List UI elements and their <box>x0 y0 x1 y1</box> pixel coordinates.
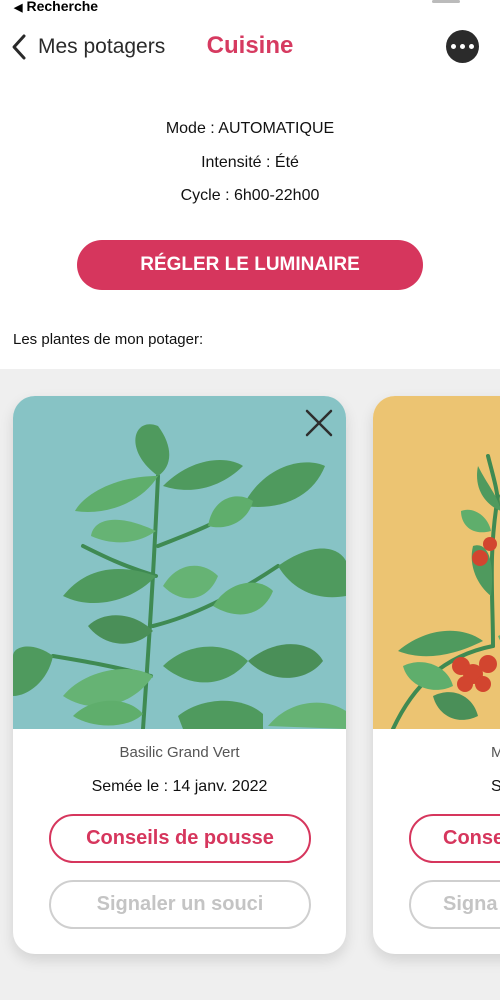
growing-advice-button[interactable]: Conse <box>409 814 500 863</box>
plants-heading: Les plantes de mon potager: <box>13 331 204 348</box>
plant-card: M Semée Conse Signa <box>373 396 500 954</box>
sowing-date: Semée le : 14 janv. 2022 <box>91 778 268 795</box>
status-bar: ◀ Recherche <box>0 0 500 16</box>
report-issue-button[interactable]: Signaler un souci <box>49 880 311 929</box>
plant-name: M <box>491 744 500 761</box>
plant-image <box>13 396 346 729</box>
status-back-link[interactable]: ◀ Recherche <box>14 0 98 14</box>
intensity-text: Intensité : Été <box>201 154 299 171</box>
tomato-illustration <box>373 396 500 729</box>
sowing-date: Semée <box>491 778 500 795</box>
adjust-luminaire-button[interactable]: RÉGLER LE LUMINAIRE <box>77 240 423 290</box>
mode-text: Mode : AUTOMATIQUE <box>165 120 335 137</box>
status-back-label: Recherche <box>26 0 99 14</box>
basil-illustration <box>13 396 346 729</box>
close-icon[interactable] <box>304 408 334 438</box>
plant-card: Basilic Grand Vert Semée le : 14 janv. 2… <box>13 396 346 954</box>
status-indicator <box>432 0 460 3</box>
back-triangle-icon: ◀ <box>14 2 23 14</box>
page-title: Cuisine <box>206 32 294 59</box>
plant-name: Basilic Grand Vert <box>119 744 240 761</box>
plant-image <box>373 396 500 729</box>
report-issue-button[interactable]: Signa <box>409 880 500 929</box>
ellipsis-icon <box>451 44 456 49</box>
growing-advice-button[interactable]: Conseils de pousse <box>49 814 311 863</box>
nav-bar: Mes potagers Cuisine <box>0 24 500 72</box>
plant-carousel[interactable]: Basilic Grand Vert Semée le : 14 janv. 2… <box>0 369 500 1000</box>
cycle-text: Cycle : 6h00-22h00 <box>180 187 320 204</box>
more-options-button[interactable] <box>446 30 479 63</box>
